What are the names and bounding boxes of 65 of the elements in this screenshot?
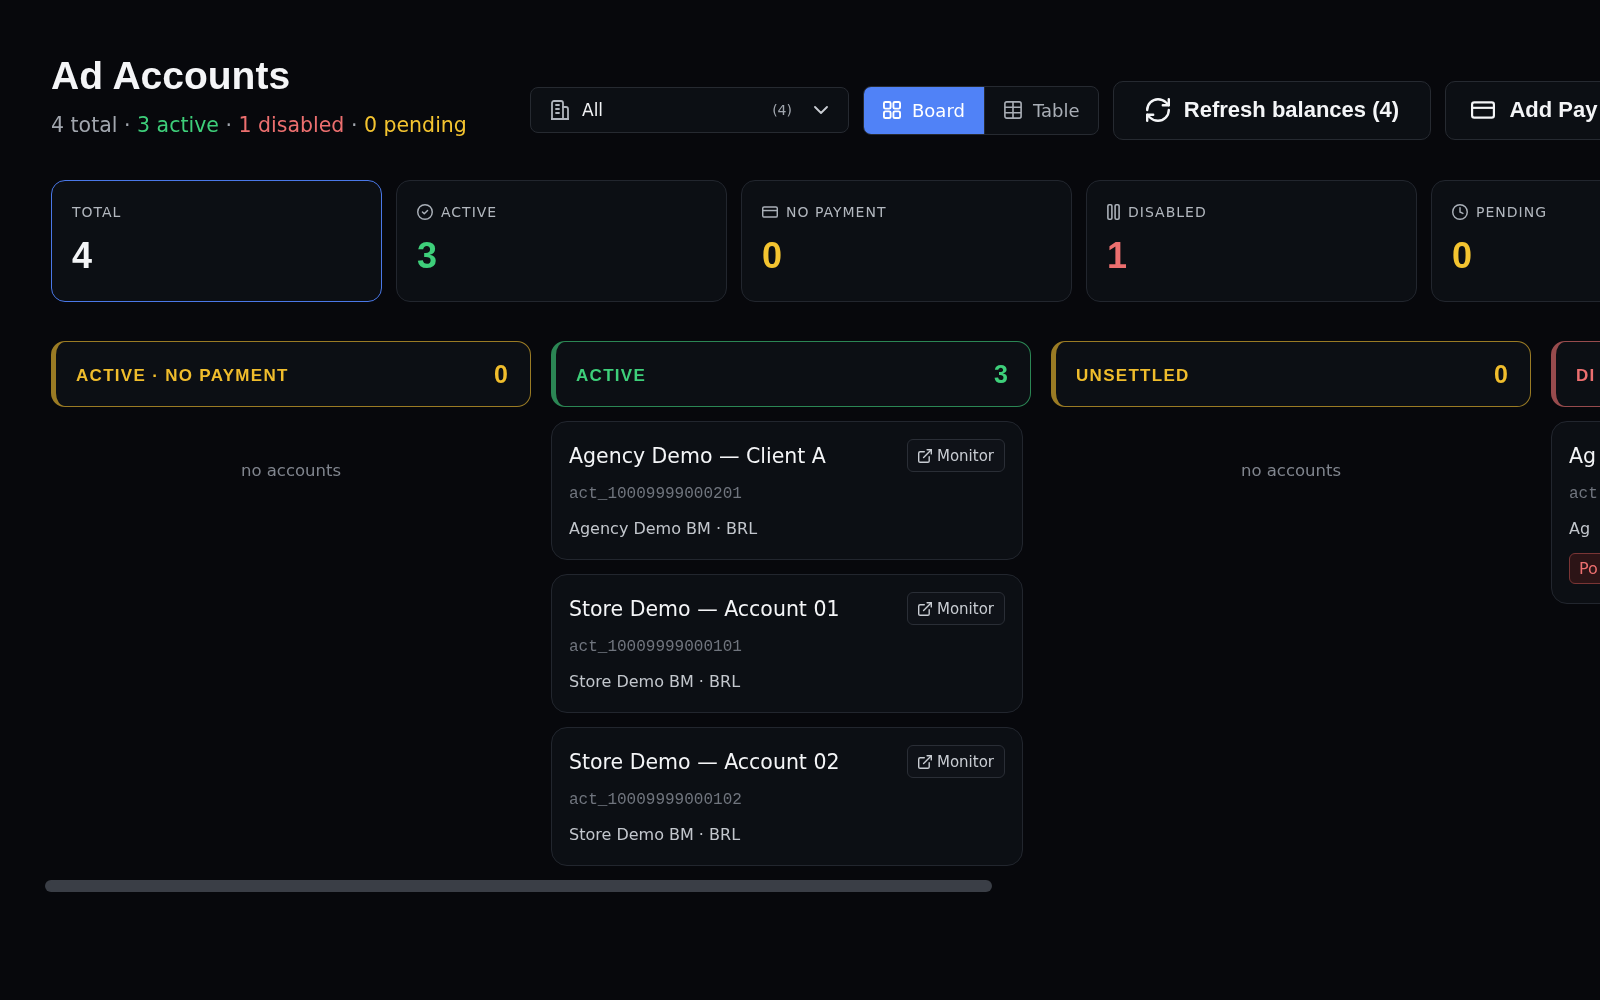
add-payment-button[interactable]: Add Pay <box>1445 80 1600 140</box>
account-id: act <box>1569 484 1599 504</box>
account-filter-dropdown[interactable]: All (4) <box>530 87 849 133</box>
column-count: 0 <box>1494 359 1508 389</box>
account-id: act_10009999000102 <box>569 790 743 810</box>
column-title: DI <box>1576 366 1596 386</box>
view-tab[interactable]: Board <box>864 86 984 134</box>
stat-label: PENDING <box>1476 204 1547 220</box>
account-card[interactable]: Ag act Ag Po <box>1551 421 1600 604</box>
column-count: 0 <box>494 359 508 389</box>
account-name: Agency Demo — Client A <box>569 442 826 470</box>
stat-card[interactable]: NO PAYMENT 0 <box>741 180 1072 302</box>
empty-message: no accounts <box>239 460 343 480</box>
business-manager-text: Agency Demo BM · BRL <box>569 518 759 540</box>
stat-value: 4 <box>72 235 94 277</box>
credit-card-icon <box>762 206 778 218</box>
account-name: Store Demo — Account 01 <box>569 595 840 623</box>
stat-label: DISABLED <box>1128 204 1207 220</box>
column-title: ACTIVE · NO PAYMENT <box>76 366 289 386</box>
stat-label: ACTIVE <box>441 204 498 220</box>
refresh-icon <box>1145 98 1170 122</box>
stat-card[interactable]: PENDING 0 <box>1431 180 1600 302</box>
building-icon <box>551 100 569 120</box>
account-name: Ag <box>1569 442 1597 470</box>
business-manager-text: Ag <box>1569 518 1592 540</box>
account-name: Store Demo — Account 02 <box>569 748 840 776</box>
column-title: UNSETTLED <box>1076 366 1190 386</box>
external-link-icon <box>917 754 932 769</box>
stat-value: 0 <box>1452 235 1474 277</box>
stat-card[interactable]: TOTAL 4 <box>51 180 382 302</box>
account-card[interactable]: Store Demo — Account 01 Monitor act_10009999000101 Store Demo BM · BRL <box>551 574 1023 713</box>
pause-icon <box>1107 204 1120 220</box>
column-title: ACTIVE <box>576 366 647 386</box>
stat-label: NO PAYMENT <box>786 204 887 220</box>
stat-value: 1 <box>1107 235 1129 277</box>
column-count: 3 <box>994 359 1008 389</box>
business-manager-text: Store Demo BM · BRL <box>569 824 742 846</box>
table-icon <box>1003 101 1022 119</box>
horizontal-scrollbar[interactable] <box>45 880 992 892</box>
stat-value: 3 <box>417 235 439 277</box>
chevron-down-icon <box>814 106 828 114</box>
stat-label: TOTAL <box>72 204 122 220</box>
stat-value: 0 <box>762 235 784 277</box>
account-summary: 4 total · 3 active · 1 disabled · 0 pending <box>51 112 468 138</box>
grid-icon <box>883 101 901 119</box>
account-id: act_10009999000101 <box>569 637 743 657</box>
external-link-icon <box>917 601 932 616</box>
check-circle-icon <box>417 204 433 220</box>
monitor-button[interactable]: Monitor <box>906 745 1005 778</box>
account-card[interactable]: Store Demo — Account 02 Monitor act_10009999000102 Store Demo BM · BRL <box>551 727 1023 866</box>
clock-icon <box>1452 204 1468 220</box>
credit-card-icon <box>1471 101 1496 119</box>
stat-card[interactable]: DISABLED 1 <box>1086 180 1417 302</box>
monitor-button[interactable]: Monitor <box>906 439 1005 472</box>
business-manager-text: Store Demo BM · BRL <box>569 671 742 693</box>
external-link-icon <box>917 448 932 463</box>
account-id: act_10009999000201 <box>569 484 743 504</box>
account-card[interactable]: Agency Demo — Client A Monitor act_10009999000201 Agency Demo BM · BRL <box>551 421 1023 560</box>
empty-message: no accounts <box>1239 460 1343 480</box>
monitor-button[interactable]: Monitor <box>906 592 1005 625</box>
status-tag: Po <box>1569 553 1600 584</box>
stat-card[interactable]: ACTIVE 3 <box>396 180 727 302</box>
refresh-balances-button[interactable]: Refresh balances (4) <box>1113 80 1432 140</box>
view-tab[interactable]: Table <box>983 86 1099 134</box>
page-title: Ad Accounts <box>51 54 292 98</box>
